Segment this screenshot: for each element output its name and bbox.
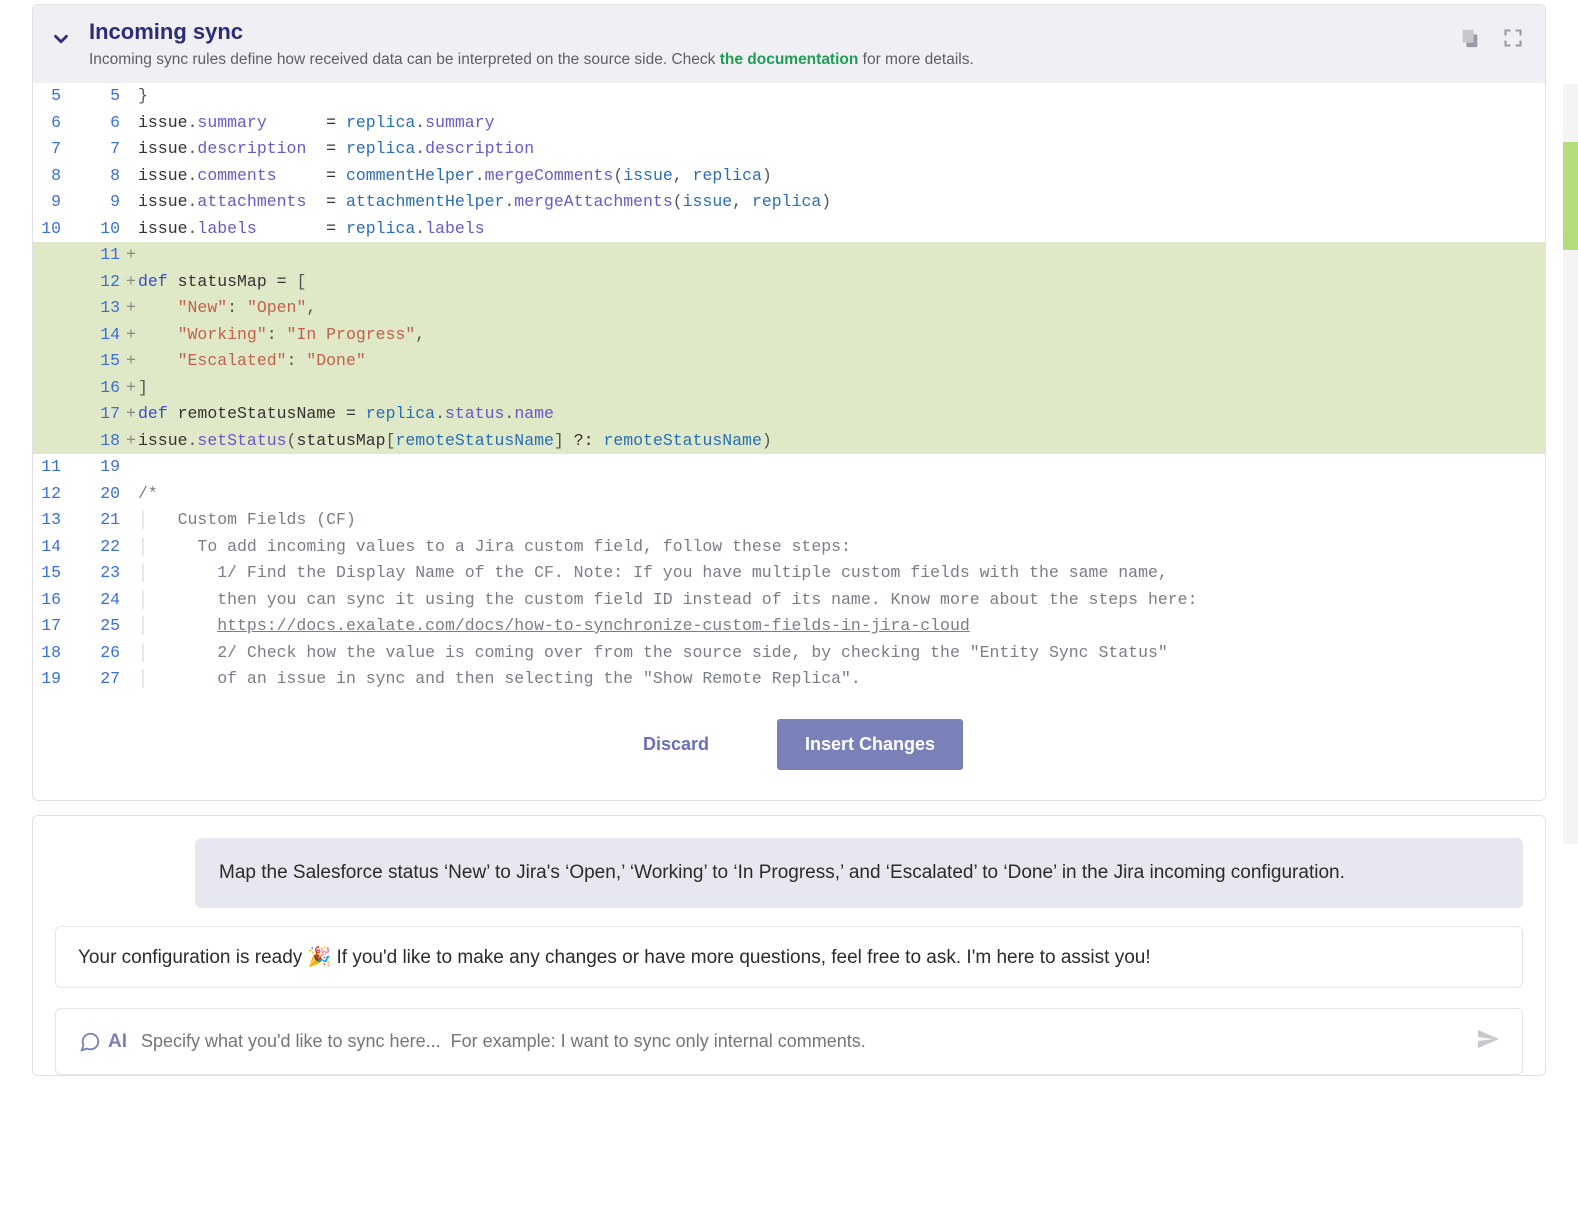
code-line: 15+ "Escalated": "Done" — [33, 348, 1545, 375]
minimap-scrollbar[interactable] — [1541, 84, 1578, 844]
chat-user-message: Map the Salesforce status ‘New’ to Jira'… — [195, 838, 1523, 908]
chat-input[interactable] — [141, 1031, 1462, 1052]
code-line: 13+ "New": "Open", — [33, 295, 1545, 322]
code-line: 77issue.description = replica.descriptio… — [33, 136, 1545, 163]
code-line: 2028│ 3/ Add it all together like this: — [33, 693, 1545, 694]
code-line: 1220/* — [33, 481, 1545, 508]
code-line: 14+ "Working": "In Progress", — [33, 322, 1545, 349]
chat-input-row: AI — [55, 1008, 1523, 1075]
code-line: 66issue.summary = replica.summary — [33, 110, 1545, 137]
code-line: 1927│ of an issue in sync and then selec… — [33, 666, 1545, 693]
chat-ai-message: Your configuration is ready 🎉 If you'd l… — [55, 926, 1523, 988]
code-line: 1321│ Custom Fields (CF) — [33, 507, 1545, 534]
code-line: 1624│ then you can sync it using the cus… — [33, 587, 1545, 614]
insert-changes-button[interactable]: Insert Changes — [777, 719, 963, 770]
ai-chat-panel: Map the Salesforce status ‘New’ to Jira'… — [32, 815, 1546, 1076]
panel-subtitle: Incoming sync rules define how received … — [89, 51, 1445, 69]
panel-title: Incoming sync — [89, 19, 1445, 45]
discard-button[interactable]: Discard — [615, 719, 737, 770]
code-line: 1523│ 1/ Find the Display Name of the CF… — [33, 560, 1545, 587]
code-line: 99issue.attachments = attachmentHelper.m… — [33, 189, 1545, 216]
panel-header: Incoming sync Incoming sync rules define… — [33, 5, 1545, 83]
code-line: 11+ — [33, 242, 1545, 269]
fullscreen-icon[interactable] — [1503, 28, 1523, 53]
code-line: 88issue.comments = commentHelper.mergeCo… — [33, 163, 1545, 190]
code-line: 17+def remoteStatusName = replica.status… — [33, 401, 1545, 428]
send-icon[interactable] — [1476, 1027, 1500, 1056]
incoming-sync-panel: Incoming sync Incoming sync rules define… — [32, 4, 1546, 801]
code-line: 55} — [33, 83, 1545, 110]
code-editor[interactable]: 55}66issue.summary = replica.summary77is… — [33, 83, 1545, 693]
code-line: 1010issue.labels = replica.labels — [33, 216, 1545, 243]
code-line: 1119 — [33, 454, 1545, 481]
documentation-link[interactable]: the documentation — [720, 51, 859, 68]
code-line: 18+issue.setStatus(statusMap[remoteStatu… — [33, 428, 1545, 455]
chevron-down-icon — [50, 28, 72, 50]
party-emoji: 🎉 — [308, 947, 332, 968]
code-line: 1422│ To add incoming values to a Jira c… — [33, 534, 1545, 561]
diff-action-bar: Discard Insert Changes — [33, 693, 1545, 800]
code-line: 1826│ 2/ Check how the value is coming o… — [33, 640, 1545, 667]
copy-icon[interactable] — [1459, 27, 1481, 54]
chat-bubble-icon — [78, 1031, 102, 1053]
code-line: 16+] — [33, 375, 1545, 402]
collapse-toggle[interactable] — [47, 25, 75, 53]
ai-label: AI — [78, 1031, 127, 1053]
code-line: 12+def statusMap = [ — [33, 269, 1545, 296]
code-line: 1725│ https://docs.exalate.com/docs/how-… — [33, 613, 1545, 640]
